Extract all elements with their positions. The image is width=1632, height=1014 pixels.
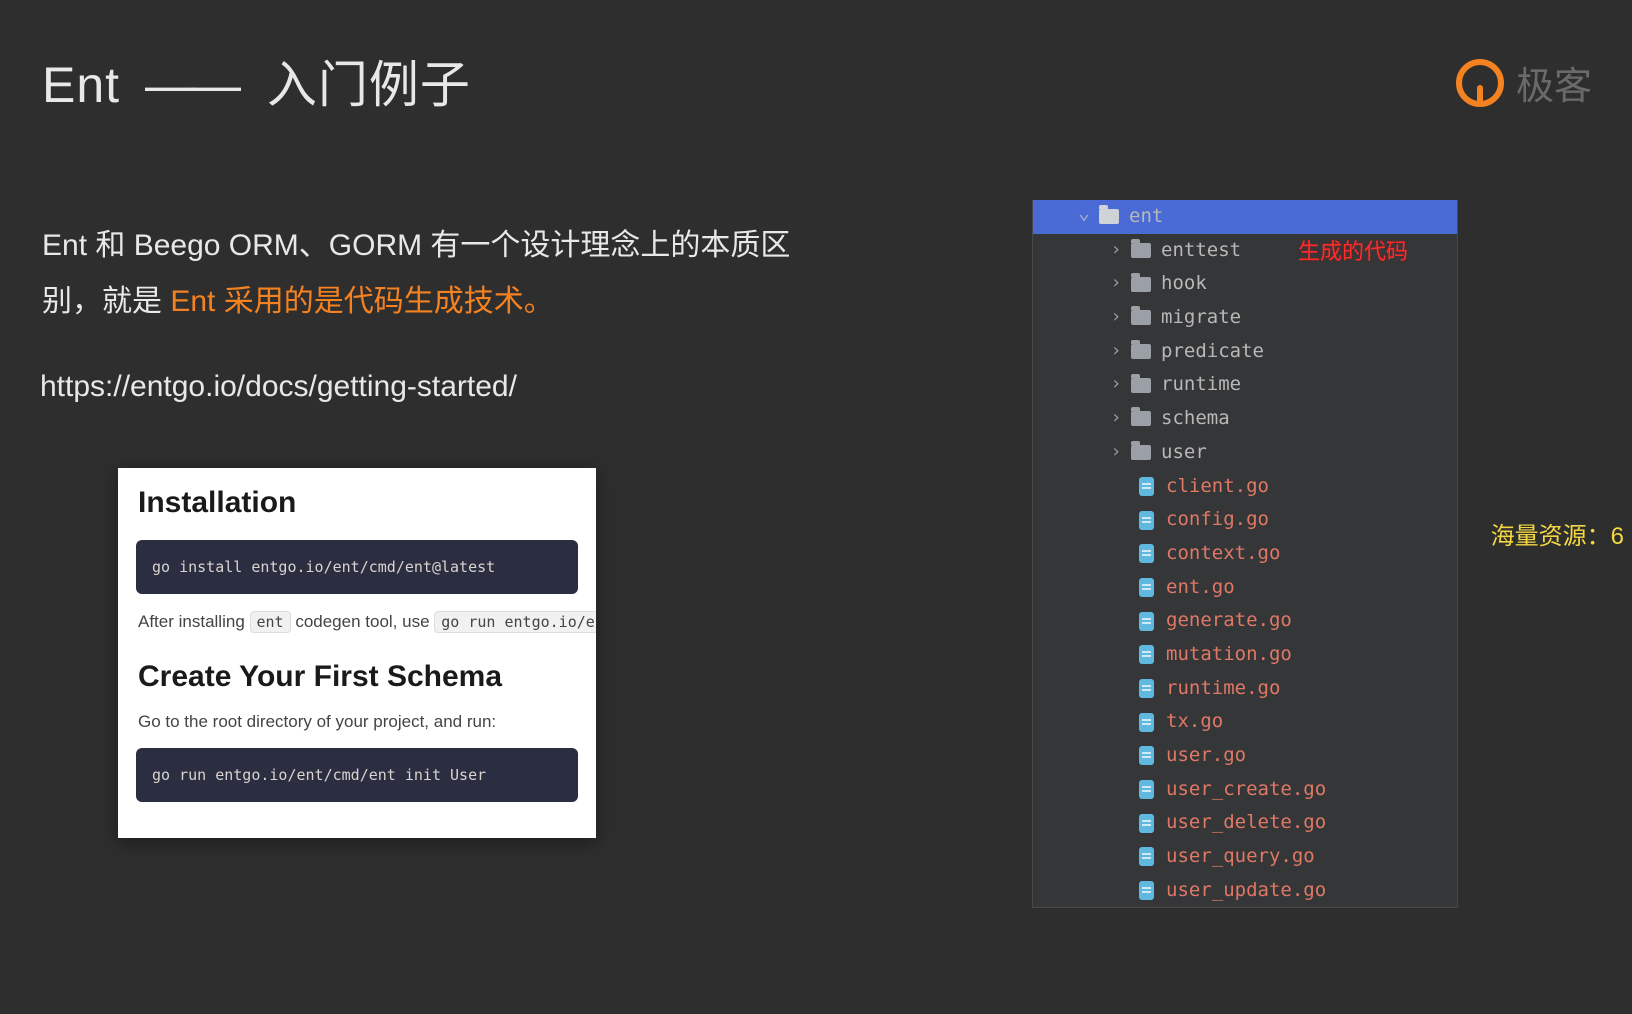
go-file-icon [1139,746,1154,765]
chevron-right-icon [1109,435,1123,471]
chevron-right-icon [1109,334,1123,370]
go-file-icon [1139,477,1154,496]
title-prefix: Ent [42,57,120,113]
tree-folder-label: predicate [1161,335,1264,369]
file-tree: ent enttesthookmigratepredicateruntimesc… [1032,200,1458,908]
chevron-right-icon [1109,233,1123,269]
tree-file-label: config.go [1166,503,1269,537]
go-file-icon [1139,881,1154,900]
doc-url: https://entgo.io/docs/getting-started/ [40,370,517,404]
doc-schema-text: Go to the root directory of your project… [118,708,596,742]
tree-root[interactable]: ent [1033,200,1457,234]
annotation-generated-code: 生成的代码 [1298,234,1408,266]
tree-folder-label: migrate [1161,301,1241,335]
chevron-down-icon [1077,199,1091,236]
tree-root-label: ent [1129,200,1163,234]
slide-title: Ent —— 入门例子 [42,45,471,117]
tree-folder[interactable]: predicate [1033,335,1457,369]
go-file-icon [1139,511,1154,530]
tree-folder[interactable]: hook [1033,267,1457,301]
tree-folder-label: user [1161,436,1207,470]
tree-folder-label: enttest [1161,234,1241,268]
go-file-icon [1139,612,1154,631]
tree-file-label: user_query.go [1166,840,1315,874]
title-suffix: 入门例子 [267,57,471,113]
tree-folder[interactable]: schema [1033,402,1457,436]
tree-file[interactable]: runtime.go [1033,672,1457,706]
tree-file-label: mutation.go [1166,638,1292,672]
code-install-text: go install entgo.io/ent/cmd/ent@latest [152,558,495,576]
code-init-text: go run entgo.io/ent/cmd/ent init User [152,766,486,784]
inline-code-gorun: go run entgo.io/e [434,611,596,633]
code-block-init: go run entgo.io/ent/cmd/ent init User [136,748,578,802]
after-install-text-1: After installing [138,612,250,631]
tree-folder[interactable]: user [1033,436,1457,470]
tree-file[interactable]: generate.go [1033,604,1457,638]
watermark-text: 海量资源：6 [1491,516,1624,551]
tree-file[interactable]: client.go [1033,470,1457,504]
brand-logo: 极客 [1456,55,1592,110]
tree-file-label: ent.go [1166,571,1235,605]
tree-file[interactable]: user_update.go [1033,874,1457,908]
tree-file-label: user_update.go [1166,874,1326,908]
tree-file[interactable]: context.go [1033,537,1457,571]
folder-icon [1131,445,1151,460]
go-file-icon [1139,814,1154,833]
tree-folder-label: hook [1161,267,1207,301]
after-install-text-2: codegen tool, use [291,612,435,631]
chevron-right-icon [1109,367,1123,403]
doc-after-install: After installing ent codegen tool, use g… [118,608,596,642]
folder-icon [1131,378,1151,393]
go-file-icon [1139,645,1154,664]
chevron-right-icon [1109,300,1123,336]
tree-file[interactable]: user_query.go [1033,840,1457,874]
go-file-icon [1139,780,1154,799]
tree-file[interactable]: mutation.go [1033,638,1457,672]
intro-highlight: Ent 采用的是代码生成技术。 [170,285,553,318]
go-file-icon [1139,578,1154,597]
folder-icon [1131,243,1151,258]
go-file-icon [1139,679,1154,698]
code-block-install: go install entgo.io/ent/cmd/ent@latest [136,540,578,594]
doc-heading-installation: Installation [118,486,596,534]
doc-heading-schema: Create Your First Schema [118,642,596,708]
chevron-right-icon [1109,401,1123,437]
tree-file-label: user.go [1166,739,1246,773]
tree-file-label: generate.go [1166,604,1292,638]
go-file-icon [1139,713,1154,732]
brand-logo-mark [1456,59,1504,107]
tree-file[interactable]: user.go [1033,739,1457,773]
tree-file[interactable]: ent.go [1033,571,1457,605]
tree-folder-label: schema [1161,402,1230,436]
tree-folder[interactable]: migrate [1033,301,1457,335]
tree-file[interactable]: user_create.go [1033,773,1457,807]
folder-icon [1131,310,1151,325]
intro-paragraph: Ent 和 Beego ORM、GORM 有一个设计理念上的本质区别，就是 En… [42,218,822,329]
doc-snippet-card: Installation go install entgo.io/ent/cmd… [118,468,596,838]
tree-file[interactable]: user_delete.go [1033,806,1457,840]
tree-folder-label: runtime [1161,368,1241,402]
folder-icon [1131,344,1151,359]
tree-file[interactable]: config.go [1033,503,1457,537]
chevron-right-icon [1109,266,1123,302]
tree-folder[interactable]: runtime [1033,368,1457,402]
tree-file-label: user_delete.go [1166,806,1326,840]
folder-icon [1131,411,1151,426]
tree-file-label: tx.go [1166,705,1223,739]
inline-code-ent: ent [250,611,291,633]
tree-file-label: context.go [1166,537,1280,571]
tree-file-label: runtime.go [1166,672,1280,706]
go-file-icon [1139,544,1154,563]
go-file-icon [1139,847,1154,866]
title-dash: —— [145,57,237,113]
folder-icon [1131,277,1151,292]
tree-file-label: client.go [1166,470,1269,504]
tree-file[interactable]: tx.go [1033,705,1457,739]
brand-logo-text: 极客 [1516,55,1592,110]
tree-file-label: user_create.go [1166,773,1326,807]
folder-icon [1099,209,1119,224]
